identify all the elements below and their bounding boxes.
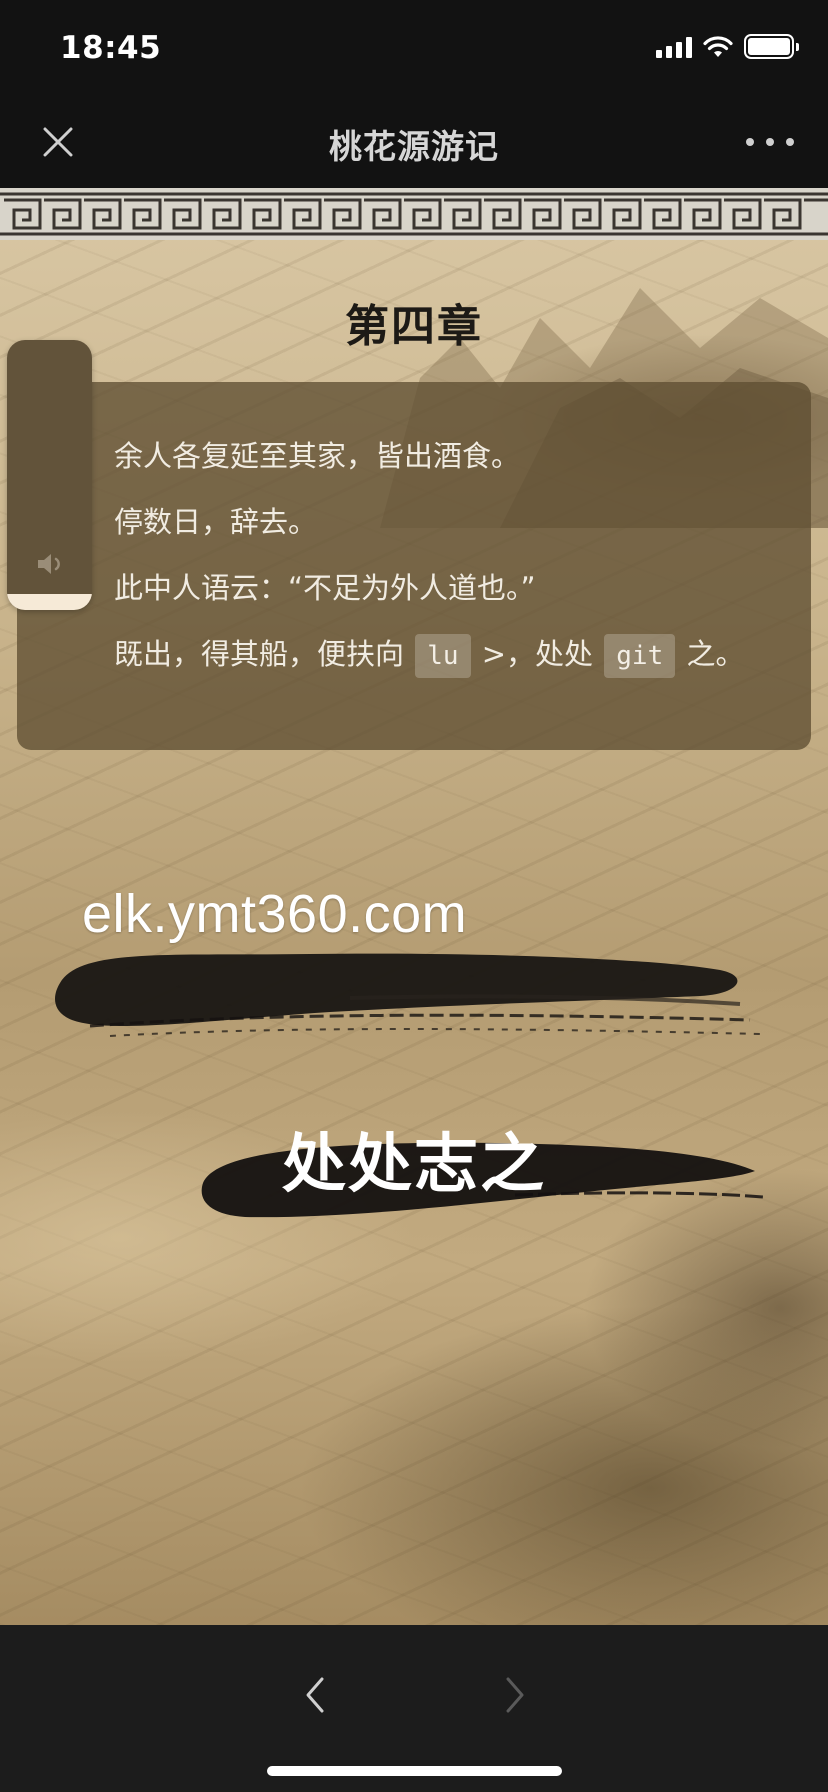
text-card: 余人各复延至其家，皆出酒食。 停数日，辞去。 此中人语云：“不足为外人道也。” … [17, 382, 811, 750]
text-line: 既出，得其船，便扶向 lu >，处处 git 之。 [114, 628, 791, 694]
nav-bar: 桃花源游记 [0, 96, 828, 188]
signal-icon [656, 36, 692, 58]
battery-icon [744, 34, 799, 59]
volume-icon [38, 554, 60, 574]
chevron-left-icon[interactable] [300, 1673, 330, 1717]
text-segment: >，处处 [472, 637, 603, 671]
volume-slider[interactable] [7, 340, 92, 610]
wifi-icon [703, 35, 733, 57]
status-bar: 18:45 [0, 0, 828, 96]
text-segment: 既出，得其船，便扶向 [114, 637, 414, 671]
inline-code: git [604, 634, 676, 678]
home-indicator [267, 1766, 562, 1776]
text-line: 停数日，辞去。 [114, 505, 318, 539]
text-line: 此中人语云：“不足为外人道也。” [114, 571, 536, 605]
slogan: 处处志之 [282, 1128, 546, 1202]
chapter-title: 第四章 [345, 301, 483, 352]
more-icon[interactable] [746, 122, 794, 162]
text-segment: 之。 [677, 637, 745, 671]
text-line: 余人各复延至其家，皆出酒食。 [114, 439, 521, 473]
status-icons [656, 34, 799, 59]
chevron-right-icon[interactable] [500, 1673, 530, 1717]
page-title: 桃花源游记 [329, 127, 499, 166]
volume-slider-fill [7, 593, 92, 610]
status-time: 18:45 [60, 30, 162, 66]
site-url: elk.ymt360.com [82, 884, 468, 944]
story-content: 第四章 余人各复延至其家，皆出酒食。 停数日，辞去。 此中人语云：“不足为外人道… [0, 188, 828, 1625]
inline-code: lu [415, 634, 471, 678]
text-lines: 余人各复延至其家，皆出酒食。 停数日，辞去。 此中人语云：“不足为外人道也。” … [114, 430, 791, 694]
bottom-bar [0, 1625, 828, 1792]
